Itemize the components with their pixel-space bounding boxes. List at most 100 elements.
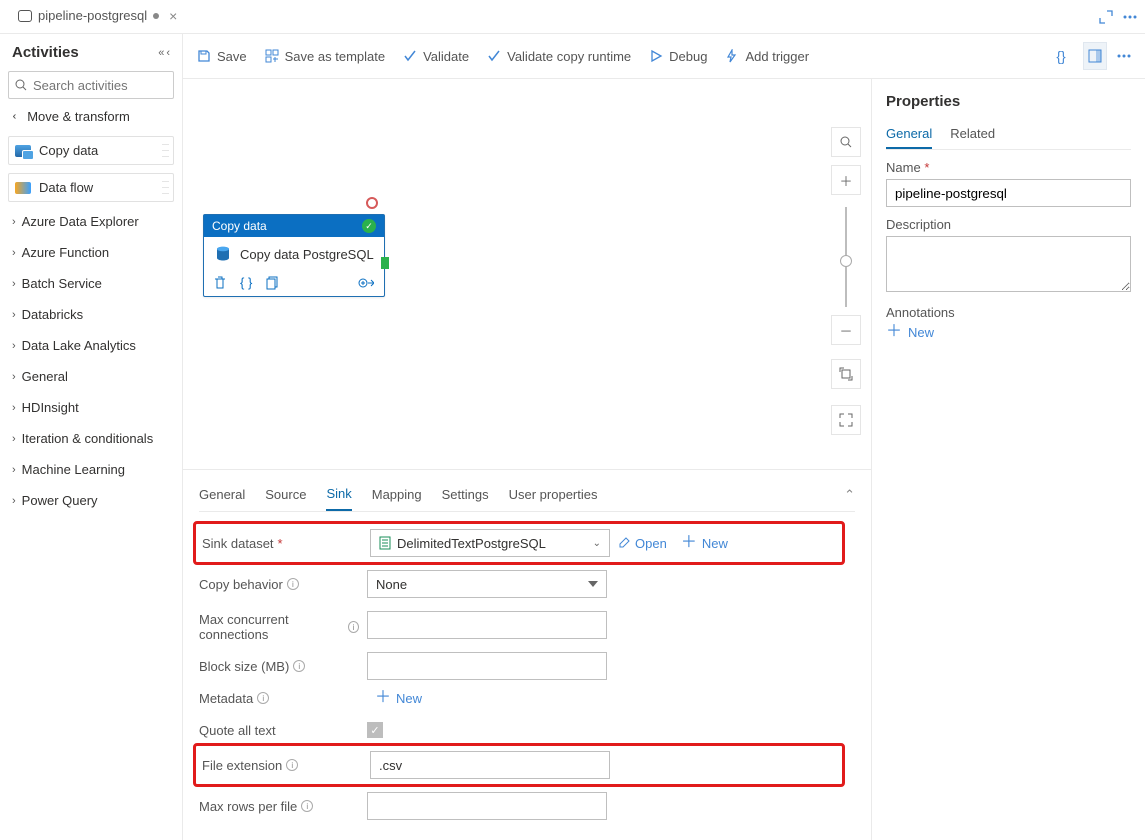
fullscreen-button[interactable]	[831, 405, 861, 435]
category-item[interactable]: ›Machine Learning	[8, 456, 174, 483]
block-size-label: Block size (MB)	[199, 659, 289, 674]
validation-ok-icon: ✓	[362, 219, 376, 233]
properties-toggle-button[interactable]	[1083, 42, 1107, 70]
node-type-label: Copy data	[212, 219, 267, 233]
properties-panel: Properties General Related Name * Descri…	[872, 79, 1145, 840]
max-rows-label: Max rows per file	[199, 799, 297, 814]
sink-dataset-label: Sink dataset	[202, 536, 274, 551]
zoom-out-button[interactable]: －	[831, 315, 861, 345]
node-title: Copy data PostgreSQL	[240, 247, 374, 262]
debug-button[interactable]: Debug	[649, 49, 707, 64]
drag-handle-icon[interactable]	[162, 178, 169, 197]
tab-sink[interactable]: Sink	[326, 478, 351, 511]
category-item[interactable]: ›Power Query	[8, 487, 174, 514]
tab-user-properties[interactable]: User properties	[509, 479, 598, 510]
activities-search-input[interactable]	[33, 78, 167, 93]
chevron-right-icon: ›	[12, 247, 16, 259]
category-item[interactable]: ›HDInsight	[8, 394, 174, 421]
more-icon[interactable]	[1123, 10, 1137, 24]
canvas-search-button[interactable]	[831, 127, 861, 157]
breakpoint-icon[interactable]	[366, 197, 378, 209]
new-dataset-button[interactable]: ＋ New	[681, 535, 728, 551]
add-trigger-button[interactable]: Add trigger	[725, 49, 809, 64]
tab-source[interactable]: Source	[265, 479, 306, 510]
chevron-right-icon: ›	[12, 216, 16, 228]
sink-dataset-select[interactable]: DelimitedTextPostgreSQL ⌄	[370, 529, 610, 557]
drag-handle-icon[interactable]	[162, 141, 169, 160]
max-rows-input[interactable]	[367, 792, 607, 820]
collapse-pane-icon[interactable]: ⌃	[844, 479, 855, 511]
save-button[interactable]: Save	[197, 49, 247, 64]
category-item[interactable]: ›Iteration & conditionals	[8, 425, 174, 452]
document-tabbar: pipeline-postgresql ×	[0, 0, 1145, 34]
info-icon[interactable]: i	[301, 800, 313, 812]
copy-data-icon	[15, 145, 31, 157]
chevron-down-icon: ⌄	[10, 112, 23, 121]
add-annotation-button[interactable]: ＋ New	[886, 324, 1131, 340]
zoom-slider[interactable]	[845, 207, 847, 307]
annotations-label: Annotations	[886, 305, 1131, 320]
block-size-input[interactable]	[367, 652, 607, 680]
category-item[interactable]: ›General	[8, 363, 174, 390]
tab-settings[interactable]: Settings	[442, 479, 489, 510]
properties-tab-general[interactable]: General	[886, 120, 932, 149]
category-item[interactable]: ›Azure Data Explorer	[8, 208, 174, 235]
node-code-icon[interactable]: { }	[240, 275, 252, 290]
category-item[interactable]: ›Azure Function	[8, 239, 174, 266]
zoom-thumb[interactable]	[840, 255, 852, 267]
copy-behavior-select[interactable]: None	[367, 570, 607, 598]
pipeline-name-input[interactable]	[886, 179, 1131, 207]
open-dataset-button[interactable]: Open	[618, 535, 667, 551]
activity-data-flow[interactable]: Data flow	[8, 173, 174, 202]
category-item[interactable]: ›Batch Service	[8, 270, 174, 297]
collapse-sidebar-icon[interactable]: «‹	[158, 47, 170, 59]
quote-all-text-checkbox[interactable]: ✓	[367, 722, 383, 738]
pipeline-icon	[18, 10, 32, 22]
properties-tab-related[interactable]: Related	[950, 120, 995, 149]
zoom-rail: ＋ －	[831, 127, 861, 443]
node-add-output-icon[interactable]	[358, 276, 374, 290]
tab-mapping[interactable]: Mapping	[372, 479, 422, 510]
copy-data-node[interactable]: Copy data ✓ Copy data PostgreSQL	[203, 214, 385, 297]
chevron-right-icon: ›	[12, 340, 16, 352]
tab-general[interactable]: General	[199, 479, 245, 510]
category-item[interactable]: ›Data Lake Analytics	[8, 332, 174, 359]
node-clone-icon[interactable]	[266, 276, 279, 290]
config-tabs: General Source Sink Mapping Settings Use…	[199, 478, 855, 512]
success-port-icon[interactable]	[381, 257, 389, 269]
info-icon[interactable]: i	[286, 759, 298, 771]
info-icon[interactable]: i	[293, 660, 305, 672]
close-tab-icon[interactable]: ×	[169, 8, 177, 24]
chevron-right-icon: ›	[12, 371, 16, 383]
description-textarea[interactable]	[886, 236, 1131, 292]
activities-search[interactable]	[8, 71, 174, 99]
copy-behavior-label: Copy behavior	[199, 577, 283, 592]
zoom-in-button[interactable]: ＋	[831, 165, 861, 195]
metadata-new-button[interactable]: ＋ New	[375, 690, 422, 706]
info-icon[interactable]: i	[257, 692, 269, 704]
node-delete-icon[interactable]	[214, 276, 226, 290]
info-icon[interactable]: i	[287, 578, 299, 590]
save-template-button[interactable]: Save as template	[265, 49, 385, 64]
fit-to-screen-button[interactable]	[831, 359, 861, 389]
chevron-down-icon: ⌄	[593, 538, 601, 549]
expand-icon[interactable]	[1099, 10, 1113, 24]
code-view-button[interactable]: {}	[1049, 42, 1073, 70]
file-extension-label: File extension	[202, 758, 282, 773]
info-icon[interactable]: i	[348, 621, 359, 633]
category-item[interactable]: ›Databricks	[8, 301, 174, 328]
dataset-icon	[379, 536, 391, 550]
max-connections-input[interactable]	[367, 611, 607, 639]
chevron-right-icon: ›	[12, 309, 16, 321]
activity-config-pane: General Source Sink Mapping Settings Use…	[183, 469, 871, 840]
pipeline-tab[interactable]: pipeline-postgresql ×	[8, 0, 187, 33]
file-extension-input[interactable]	[370, 751, 610, 779]
activity-copy-data[interactable]: Copy data	[8, 136, 174, 165]
pipeline-canvas[interactable]: ＋ －	[183, 79, 871, 469]
activities-title: Activities	[12, 44, 79, 61]
validate-button[interactable]: Validate	[403, 49, 469, 64]
highlight-file-extension: File extension i	[193, 743, 845, 787]
toolbar-more-icon[interactable]	[1117, 54, 1131, 58]
validate-copy-button[interactable]: Validate copy runtime	[487, 49, 631, 64]
category-move-transform[interactable]: ⌄ Move & transform	[8, 103, 174, 130]
